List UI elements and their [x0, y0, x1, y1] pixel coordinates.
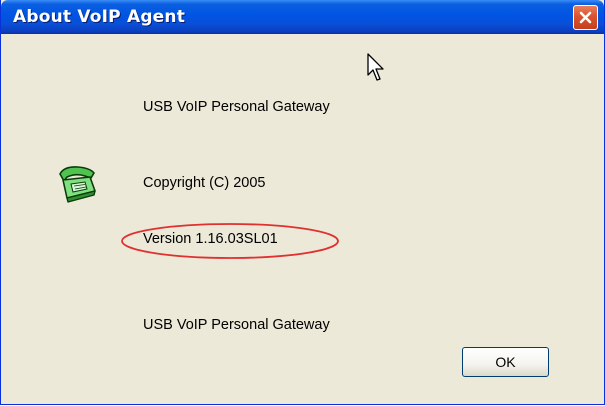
copyright-label: Copyright (C) 2005 [143, 175, 266, 191]
close-icon [579, 11, 592, 24]
close-button[interactable] [573, 5, 598, 30]
title-bar[interactable]: About VoIP Agent [1, 0, 604, 34]
version-label: Version 1.16.03SL01 [143, 231, 278, 247]
dialog-body: USB VoIP Personal Gateway Copyright (C) … [6, 34, 602, 404]
mouse-pointer-icon [367, 53, 384, 81]
telephone-icon [59, 166, 96, 203]
about-dialog: About VoIP Agent USB VoIP Personal Gatew… [0, 0, 605, 405]
description-label: USB VoIP Personal Gateway [143, 317, 330, 333]
product-name-label: USB VoIP Personal Gateway [143, 99, 330, 115]
ok-button[interactable]: OK [462, 347, 549, 377]
window-title: About VoIP Agent [13, 7, 186, 27]
